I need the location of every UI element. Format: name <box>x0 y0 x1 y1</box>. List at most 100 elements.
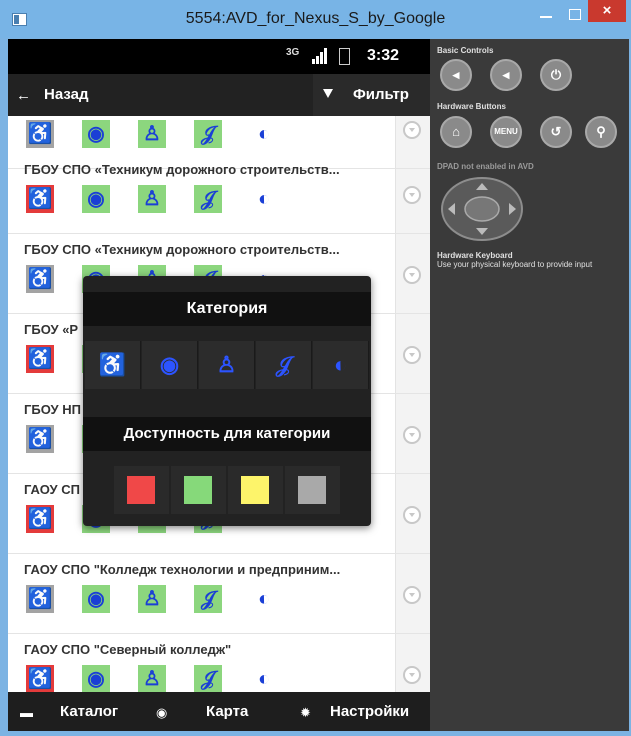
chevron-down-icon[interactable] <box>403 586 421 604</box>
chevron-down-icon[interactable] <box>403 426 421 444</box>
mental-glyph: ◐ <box>257 188 271 210</box>
list-item-title: ГБОУ «Р <box>24 322 79 337</box>
wheelchair-icon: ♿ <box>26 665 54 693</box>
walking-icon: ♙ <box>138 120 166 148</box>
volume-down-button[interactable]: ◂ <box>440 59 472 91</box>
back-button[interactable]: ← Назад <box>8 74 112 116</box>
swatch-green <box>184 476 212 504</box>
category-mental-button[interactable]: ◐ <box>313 341 369 389</box>
accessibility-heading: Доступность для категории <box>83 417 371 451</box>
chevron-down-icon[interactable] <box>403 186 421 204</box>
minimize-icon[interactable] <box>537 6 557 22</box>
vision-icon: ◉ <box>82 120 110 148</box>
walking-icon: ♙ <box>216 352 237 377</box>
chevron-down-icon[interactable] <box>403 266 421 284</box>
settings-tab[interactable]: ✹ Настройки <box>290 692 430 731</box>
basic-controls-label: Basic Controls <box>437 46 494 55</box>
vision-glyph: ◉ <box>87 123 105 145</box>
swatch-yellow-button[interactable] <box>228 466 283 514</box>
keyboard-hint: Use your physical keyboard to provide in… <box>437 260 593 269</box>
mental-glyph: ◐ <box>257 588 271 610</box>
catalog-tab[interactable]: ▬ Каталог <box>8 692 138 731</box>
keyboard-label: Hardware Keyboard <box>437 251 513 260</box>
back-arrow-icon: ← <box>16 87 31 104</box>
bottom-navigation: ▬ Каталог ◉ Карта ✹ Настройки <box>8 692 430 731</box>
wheelchair-icon: ♿ <box>26 345 54 373</box>
list-item-title: ГАОУ СП <box>24 482 80 497</box>
back-hw-button[interactable]: ↺ <box>540 116 572 148</box>
settings-label: Настройки <box>330 703 410 720</box>
list-item-title: ГБОУ СПО «Техникум дорожного строительст… <box>24 162 340 177</box>
vision-glyph: ◉ <box>87 668 105 690</box>
filter-label: Фильтр <box>353 86 409 103</box>
map-label: Карта <box>206 703 249 720</box>
power-button[interactable]: ⏻ <box>540 59 572 91</box>
swatch-gray-button[interactable] <box>285 466 340 514</box>
list-item-title: ГБОУ СПО «Техникум дорожного строительст… <box>24 242 340 257</box>
category-heading: Категория <box>83 292 371 326</box>
wheelchair-glyph: ♿ <box>27 188 53 210</box>
search-hw-button[interactable]: ⚲ <box>585 116 617 148</box>
map-tab[interactable]: ◉ Карта <box>148 692 278 731</box>
swatch-red-button[interactable] <box>114 466 169 514</box>
wheelchair-glyph: ♿ <box>27 268 53 290</box>
filter-dialog: Категория ♿ ◉ ♙ 𝒥 ◐ Доступность для категори… <box>83 276 371 526</box>
wheelchair-icon: ♿ <box>26 120 54 148</box>
category-vision-button[interactable]: ◉ <box>142 341 198 389</box>
vision-glyph: ◉ <box>87 188 105 210</box>
swatch-green-button[interactable] <box>171 466 226 514</box>
emulator-window: 5554:AVD_for_Nexus_S_by_Google × 3G 3:32… <box>0 0 631 736</box>
back-label: Назад <box>44 86 89 103</box>
home-button[interactable]: ⌂ <box>440 116 472 148</box>
vision-icon: ◉ <box>82 665 110 693</box>
list-item[interactable]: ГБОУ СПО «Техникум дорожного строительст… <box>8 151 430 234</box>
walking-glyph: ♙ <box>143 668 161 690</box>
menu-button[interactable]: MENU <box>490 116 522 148</box>
hearing-icon: 𝒥 <box>194 665 222 693</box>
title-bar: 5554:AVD_for_Nexus_S_by_Google × <box>0 0 631 38</box>
list-item[interactable]: ГАОУ СПО "Северный колледж" ♿ ◉ ♙ 𝒥 ◐ <box>8 631 430 694</box>
action-bar: ← Назад Фильтр <box>8 74 430 116</box>
wheelchair-icon: ♿ <box>26 185 54 213</box>
walking-icon: ♙ <box>138 665 166 693</box>
close-icon[interactable]: × <box>588 0 626 22</box>
walking-icon: ♙ <box>138 185 166 213</box>
filter-button[interactable]: Фильтр <box>313 74 430 116</box>
list-item-title: ГАОУ СПО "Северный колледж" <box>24 642 232 657</box>
hearing-glyph: 𝒥 <box>201 588 215 610</box>
maximize-icon[interactable] <box>565 6 585 22</box>
chevron-down-icon[interactable] <box>403 666 421 684</box>
wheelchair-icon: ♿ <box>98 352 127 377</box>
wheelchair-glyph: ♿ <box>27 348 53 370</box>
category-hearing-button[interactable]: 𝒥 <box>256 341 312 389</box>
volume-up-button[interactable]: ◂ <box>490 59 522 91</box>
wheelchair-icon: ♿ <box>26 505 54 533</box>
category-row: ♿ ◉ ♙ 𝒥 ◐ <box>83 341 371 389</box>
status-bar: 3G 3:32 <box>8 39 430 74</box>
wheelchair-glyph: ♿ <box>27 588 53 610</box>
mental-icon: ◐ <box>250 120 278 148</box>
mental-glyph: ◐ <box>257 123 271 145</box>
list-item[interactable]: ГАОУ СПО "Колледж технологии и предприни… <box>8 551 430 634</box>
battery-icon <box>339 48 350 65</box>
vision-glyph: ◉ <box>87 588 105 610</box>
filter-icon <box>323 89 333 98</box>
mental-icon: ◐ <box>250 665 278 693</box>
wheelchair-icon: ♿ <box>26 425 54 453</box>
hearing-glyph: 𝒥 <box>201 123 215 145</box>
emulator-controls: Basic Controls ◂ ◂ ⏻ Hardware Buttons ⌂ … <box>430 39 629 731</box>
wheelchair-icon: ♿ <box>26 265 54 293</box>
category-wheelchair-button[interactable]: ♿ <box>85 341 141 389</box>
list-item-title: ГБОУ НП <box>24 402 81 417</box>
hearing-icon: 𝒥 <box>194 585 222 613</box>
dpad-control <box>441 177 523 241</box>
chevron-down-icon[interactable] <box>403 121 421 139</box>
category-walking-button[interactable]: ♙ <box>199 341 255 389</box>
chevron-down-icon[interactable] <box>403 506 421 524</box>
signal-icon <box>312 48 328 64</box>
hearing-icon: 𝒥 <box>194 185 222 213</box>
swatch-red <box>127 476 155 504</box>
mental-icon: ◐ <box>250 585 278 613</box>
vision-icon: ◉ <box>159 352 180 377</box>
chevron-down-icon[interactable] <box>403 346 421 364</box>
